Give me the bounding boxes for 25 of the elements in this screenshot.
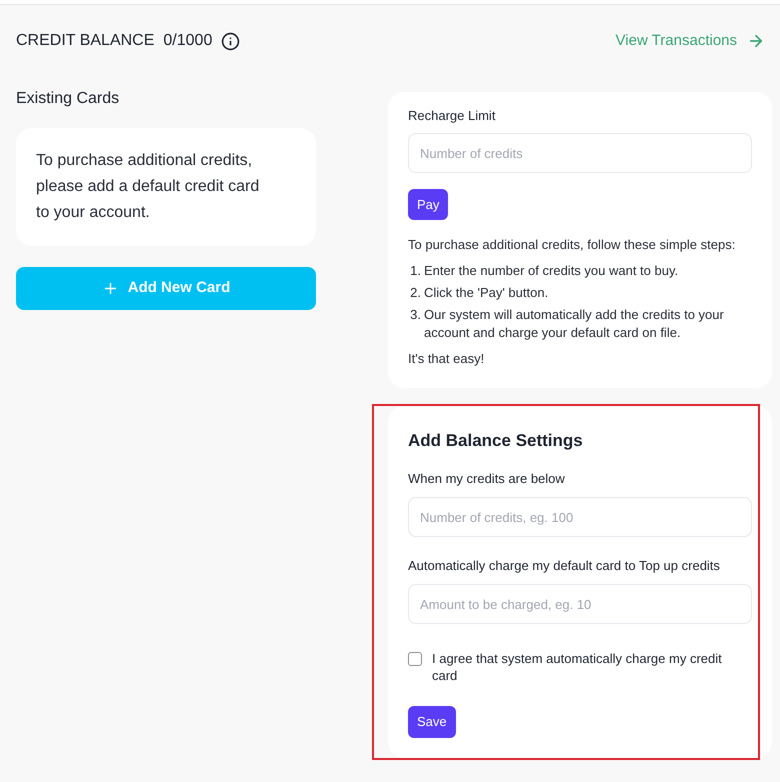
balance-settings-title: Add Balance Settings bbox=[408, 430, 583, 452]
credit-balance-value: 0/1000 bbox=[163, 31, 212, 51]
agree-checkbox[interactable] bbox=[408, 652, 422, 666]
save-button[interactable]: Save bbox=[408, 706, 456, 738]
credit-balance-title: CREDIT BALANCE bbox=[16, 31, 154, 51]
step-number: 1. bbox=[409, 262, 422, 280]
credits-input[interactable]: Number of credits bbox=[408, 133, 752, 173]
pay-button[interactable]: Pay bbox=[408, 189, 448, 220]
instructions-outro: It's that easy! bbox=[408, 350, 484, 368]
field-label: When my credits are below bbox=[408, 470, 566, 488]
empty-cards-message: To purchase additional credits, please add a default credit card to your account. bbox=[16, 128, 316, 246]
agree-label: I agree that system automatically charge my credit card bbox=[432, 650, 723, 684]
step-text: Our system will automatically add the credits to your account and charge your default card on file. bbox=[424, 306, 725, 342]
existing-cards-title: Existing Cards bbox=[16, 89, 120, 109]
recharge-limit-label: Recharge Limit bbox=[408, 107, 496, 125]
info-icon[interactable] bbox=[221, 32, 240, 50]
instructions-intro: To purchase additional credits, follow these simple steps: bbox=[408, 236, 736, 254]
field-label: Automatically charge my default card to Top up credits bbox=[408, 557, 721, 575]
step-number: 2. bbox=[409, 284, 422, 302]
step-text: Enter the number of credits you want to buy. bbox=[424, 262, 680, 280]
settings-input[interactable]: Amount to be charged, eg. 10 bbox=[408, 584, 752, 624]
step-text: Click the 'Pay' button. bbox=[424, 284, 550, 302]
arrow-right-icon bbox=[747, 32, 765, 50]
settings-input[interactable]: Number of credits, eg. 100 bbox=[408, 497, 752, 537]
step-number: 3. bbox=[409, 306, 422, 324]
